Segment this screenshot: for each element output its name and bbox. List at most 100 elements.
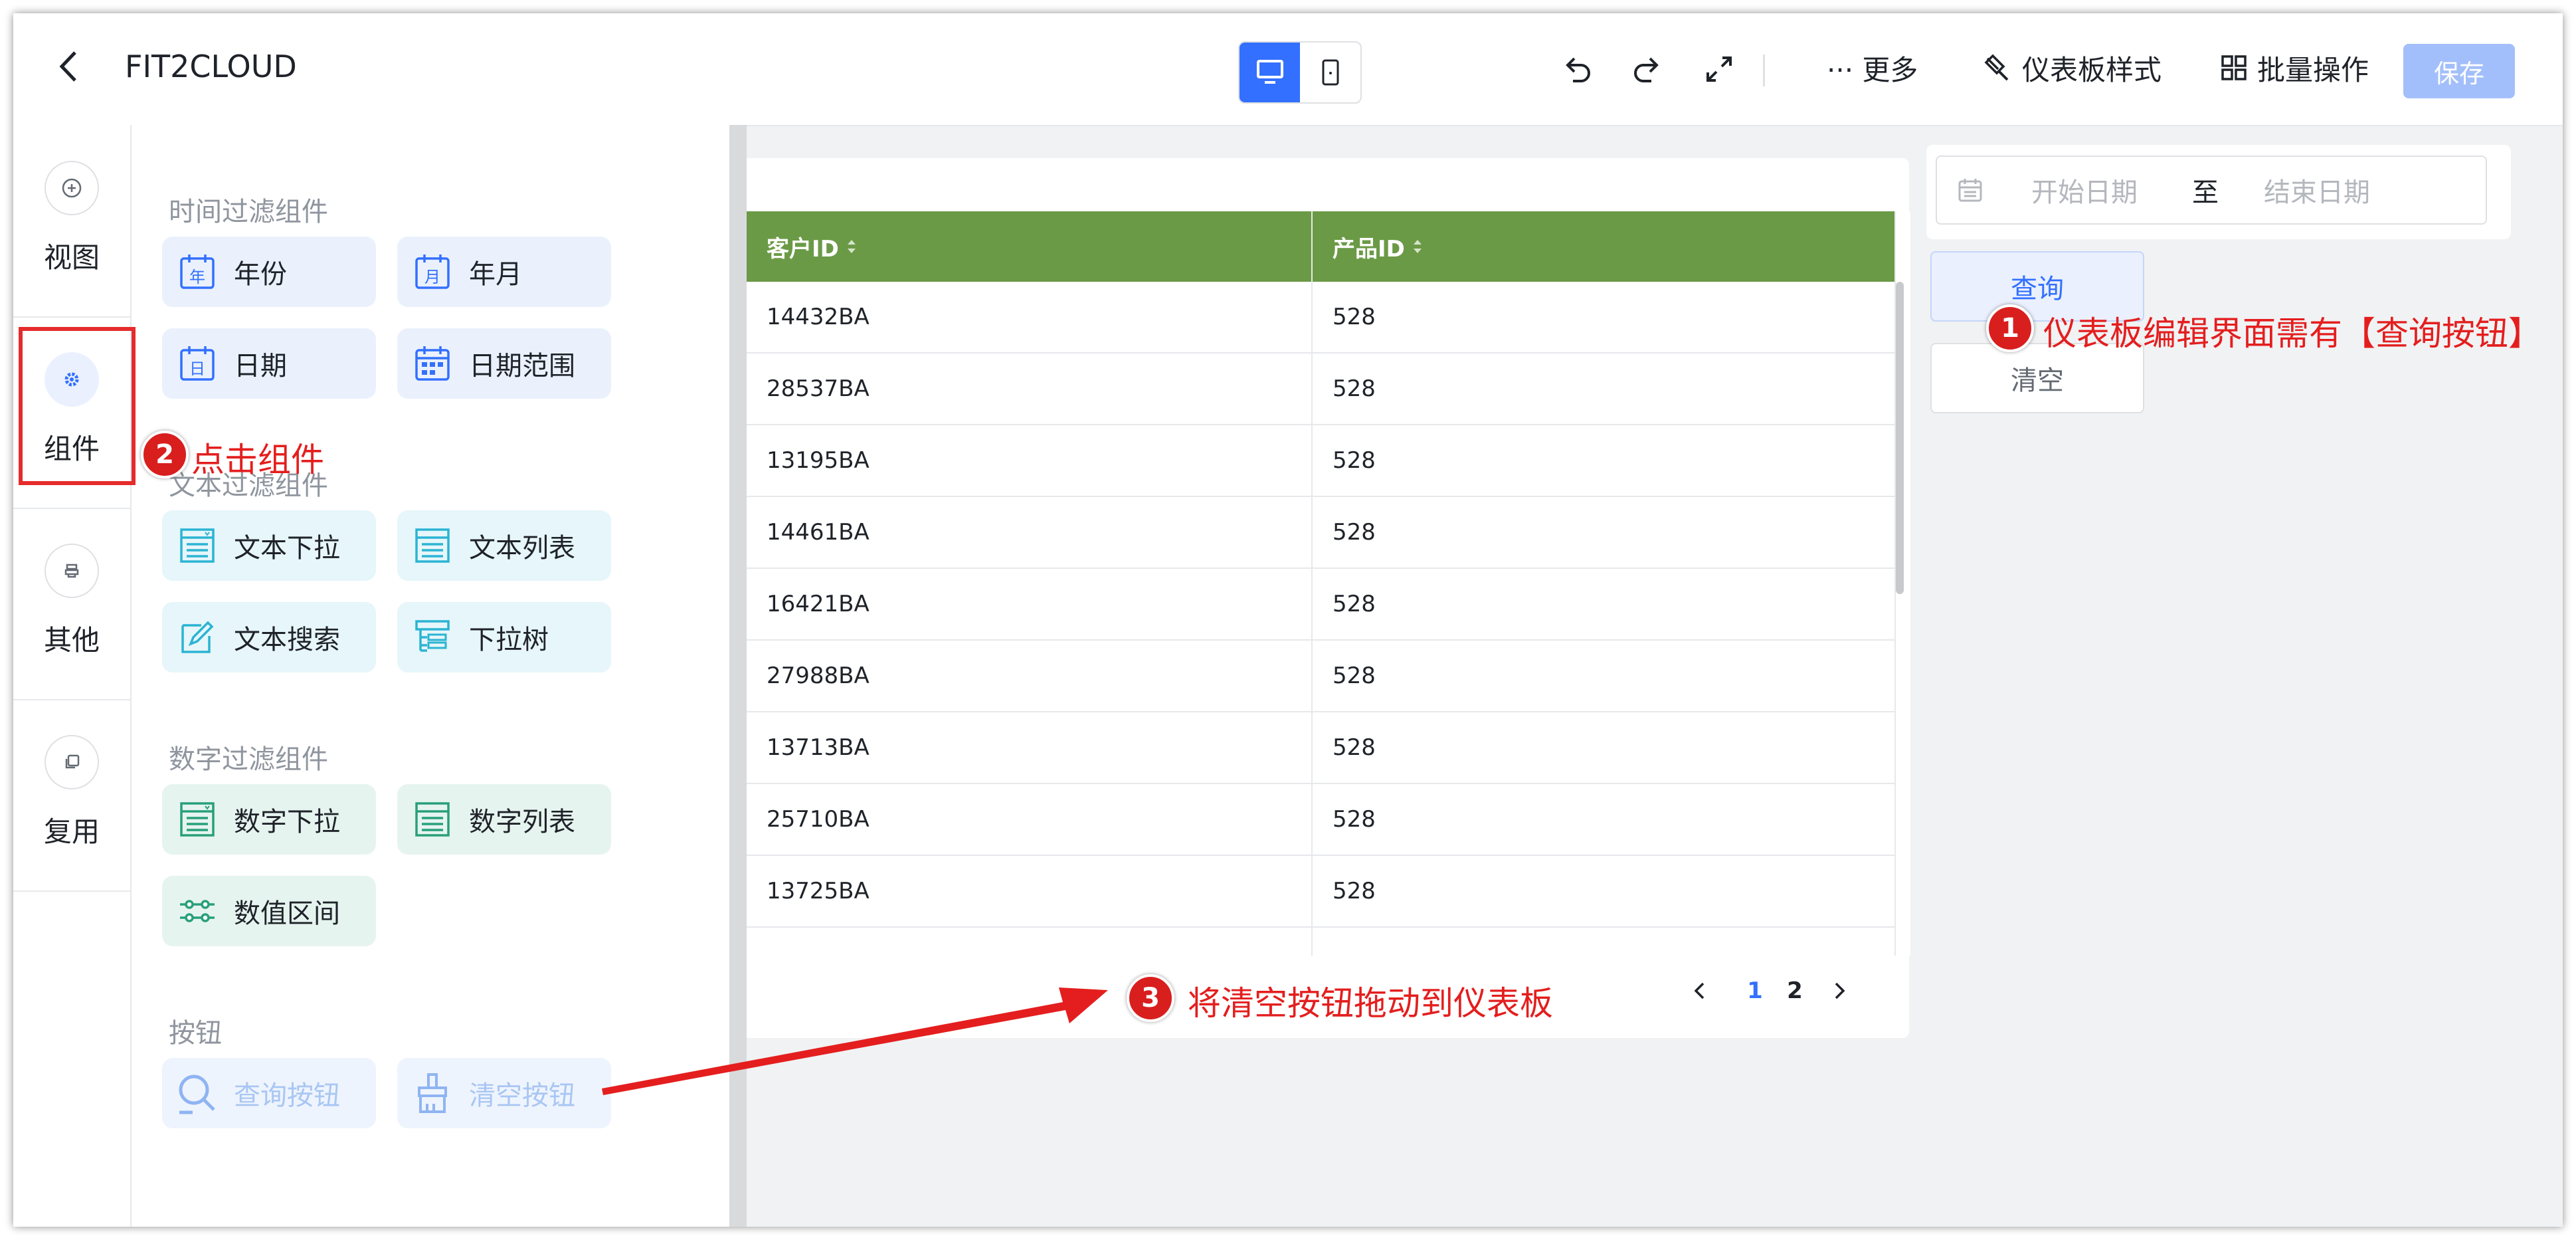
table-row[interactable]: 14432BA 528 [747, 282, 1894, 354]
annotation-badge-3: 3 [1127, 974, 1174, 1022]
text-dropdown-icon [175, 524, 219, 568]
brush-icon [1984, 54, 2009, 81]
group-title-buttons: 按钮 [169, 1018, 222, 1049]
rail-item-reuse[interactable]: 复用 [13, 699, 130, 890]
chip-label: 下拉树 [469, 625, 549, 655]
back-button[interactable] [48, 47, 88, 86]
annotation-text-2: 点击组件 [191, 441, 324, 479]
date-range-picker[interactable]: 开始日期 至 结束日期 [1936, 155, 2487, 225]
dashboard-style-label: 仪表板样式 [2022, 53, 2162, 86]
table-row[interactable]: 25710BA 528 [747, 784, 1894, 856]
chip-label: 日期 [234, 351, 287, 381]
cell-product-id: 528 [1333, 447, 1376, 474]
rail-item-label: 视图 [43, 241, 100, 274]
tree-icon [411, 615, 454, 659]
cell-product-id: 528 [1333, 878, 1376, 904]
top-toolbar: FIT2CLOUD ··· 更多 仪表板样式 批量操作 保存 [13, 13, 2563, 126]
app-window: FIT2CLOUD ··· 更多 仪表板样式 批量操作 保存 视图 组件 其他 … [13, 13, 2563, 1227]
chip-label: 数值区间 [234, 898, 340, 929]
table-row[interactable]: 13195BA 528 [747, 425, 1894, 497]
pc-view-button[interactable] [1240, 43, 1300, 102]
redo-icon [1634, 57, 1659, 82]
dashboard-style-button[interactable]: 仪表板样式 [1983, 47, 2162, 89]
component-rail: 视图 组件 其他 复用 [13, 125, 132, 1227]
annotation-badge-2: 2 [141, 431, 189, 478]
calendar-day-icon: 日 [175, 342, 219, 385]
cell-customer-id: 28537BA [767, 375, 870, 402]
chip-query-button[interactable]: 查询按钮 [162, 1058, 376, 1128]
table-row[interactable]: 13713BA 528 [747, 712, 1894, 784]
table-header: 客户ID 产品ID [747, 211, 1894, 282]
chip-label: 清空按钮 [469, 1081, 575, 1111]
chip-text-dropdown[interactable]: 文本下拉 [162, 510, 376, 581]
calendar-range-icon [411, 342, 454, 385]
page-1-button[interactable]: 1 [1742, 968, 1768, 1014]
column-header-product-id[interactable]: 产品ID [1333, 211, 1424, 282]
group-title-time: 时间过滤组件 [169, 197, 328, 227]
date-range-widget: 开始日期 至 结束日期 [1926, 145, 2511, 239]
sort-icon [847, 240, 856, 253]
chip-number-dropdown[interactable]: 数字下拉 [162, 784, 376, 855]
calendar-month-icon: 月 [411, 250, 454, 294]
scrollbar-thumb[interactable] [1896, 282, 1904, 594]
table-row[interactable]: 27988BA 528 [747, 641, 1894, 712]
sort-icon [1413, 240, 1422, 253]
plus-circle-icon [45, 161, 99, 215]
calendar-year-icon: 年 [175, 250, 219, 294]
number-dropdown-icon [175, 797, 219, 841]
more-button[interactable]: ··· 更多 [1827, 47, 1918, 89]
svg-text:年: 年 [189, 268, 205, 286]
start-date-input[interactable]: 开始日期 [2031, 157, 2138, 223]
cell-customer-id: 13725BA [767, 878, 870, 904]
cell-product-id: 528 [1333, 591, 1376, 617]
copy-icon [45, 735, 99, 789]
undo-button[interactable] [1558, 51, 1596, 88]
save-button[interactable]: 保存 [2403, 44, 2515, 98]
chip-year-month[interactable]: 月 年月 [397, 237, 611, 307]
mobile-view-button[interactable] [1300, 43, 1360, 102]
end-date-input[interactable]: 结束日期 [2264, 157, 2370, 223]
annotation-text-3: 将清空按钮拖动到仪表板 [1188, 984, 1553, 1023]
more-label: ··· 更多 [1827, 53, 1918, 86]
batch-operation-button[interactable]: 批量操作 [2220, 47, 2369, 89]
cell-customer-id: 14432BA [767, 304, 870, 330]
chip-label: 文本搜索 [234, 625, 340, 655]
chip-label: 查询按钮 [234, 1081, 340, 1111]
cell-product-id: 528 [1333, 734, 1376, 761]
table-row[interactable]: 14461BA 528 [747, 497, 1894, 569]
cell-customer-id: 13195BA [767, 447, 870, 474]
edit-icon [175, 615, 219, 659]
prev-page-button[interactable] [1686, 968, 1712, 1014]
toolbar-divider [1763, 54, 1765, 86]
chip-number-range[interactable]: 数值区间 [162, 876, 376, 946]
next-page-button[interactable] [1827, 968, 1853, 1014]
chip-label: 文本下拉 [234, 533, 340, 564]
rail-item-views[interactable]: 视图 [13, 125, 130, 316]
page-title: FIT2CLOUD [125, 49, 297, 84]
column-label: 产品ID [1333, 235, 1405, 262]
batch-label: 批量操作 [2257, 53, 2369, 86]
chip-dropdown-tree[interactable]: 下拉树 [397, 602, 611, 672]
chip-number-list[interactable]: 数字列表 [397, 784, 611, 855]
chip-date-range[interactable]: 日期范围 [397, 328, 611, 399]
chip-year[interactable]: 年 年份 [162, 237, 376, 307]
chip-label: 数字列表 [469, 807, 575, 837]
cell-product-id: 528 [1333, 806, 1376, 833]
chip-label: 数字下拉 [234, 807, 340, 837]
rail-item-label: 复用 [43, 815, 100, 848]
table-row[interactable]: 16421BA 528 [747, 569, 1894, 641]
cell-product-id: 528 [1333, 663, 1376, 689]
table-row[interactable]: 28537BA 528 [747, 354, 1894, 425]
rail-item-others[interactable]: 其他 [13, 508, 130, 699]
chip-clear-button[interactable]: 清空按钮 [397, 1058, 611, 1128]
chip-text-search[interactable]: 文本搜索 [162, 602, 376, 672]
chip-text-list[interactable]: 文本列表 [397, 510, 611, 581]
annotation-text-1: 仪表板编辑界面需有【查询按钮】 [2043, 314, 2541, 353]
page-2-button[interactable]: 2 [1782, 968, 1808, 1014]
redo-button[interactable] [1629, 51, 1666, 88]
column-header-customer-id[interactable]: 客户ID [767, 211, 858, 282]
text-list-icon [411, 524, 454, 568]
table-row[interactable]: 13725BA 528 [747, 856, 1894, 928]
chip-date[interactable]: 日 日期 [162, 328, 376, 399]
fullscreen-button[interactable] [1701, 51, 1738, 88]
